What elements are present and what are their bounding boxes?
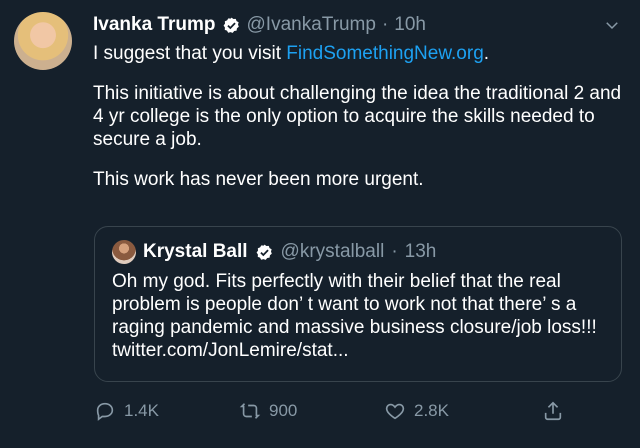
- share-button[interactable]: [542, 400, 572, 422]
- quoted-avatar[interactable]: [112, 240, 136, 264]
- quoted-separator-dot: ·: [391, 241, 398, 262]
- paragraph-text: I suggest that you visit: [93, 43, 287, 64]
- separator-dot: ·: [381, 14, 389, 35]
- retweet-count: 900: [269, 401, 298, 420]
- verified-badge-icon: [223, 17, 239, 33]
- author-avatar[interactable]: [14, 12, 72, 70]
- author-handle[interactable]: @IvankaTrump: [247, 14, 376, 36]
- chevron-down-icon[interactable]: [602, 15, 622, 35]
- tweet-time[interactable]: 10h: [394, 14, 426, 36]
- tweet-actions: 1.4K 900 2.8K: [94, 399, 626, 423]
- quoted-author-handle[interactable]: @krystalball: [281, 241, 385, 263]
- verified-badge-icon: [256, 244, 272, 260]
- quoted-time[interactable]: 13h: [405, 241, 437, 263]
- heart-icon: [385, 403, 405, 420]
- tweet-paragraph-2: This initiative is about challenging the…: [93, 83, 622, 150]
- share-icon: [544, 401, 562, 421]
- retweet-icon: [239, 403, 261, 419]
- website-link[interactable]: FindSomethingNew.org: [286, 43, 484, 64]
- tweet-paragraph-3: This work has never been more urgent.: [93, 169, 424, 190]
- reply-icon: [96, 402, 114, 421]
- quoted-tweet[interactable]: Krystal Ball @krystalball · 13h Oh my go…: [94, 226, 622, 382]
- like-count: 2.8K: [414, 401, 449, 420]
- reply-count: 1.4K: [124, 401, 159, 420]
- author-name[interactable]: Ivanka Trump: [93, 14, 216, 36]
- quoted-text: Oh my god. Fits perfectly with their bel…: [112, 271, 597, 361]
- tweet-body: I suggest that you visit FindSomethingNe…: [93, 42, 626, 191]
- paragraph-end: .: [483, 43, 490, 64]
- tweet-paragraph-1: I suggest that you visit FindSomethingNe…: [93, 42, 626, 65]
- like-button[interactable]: 2.8K: [384, 400, 542, 422]
- retweet-button[interactable]: 900: [239, 400, 384, 422]
- quoted-header: Krystal Ball @krystalball · 13h: [112, 238, 611, 266]
- quoted-author-name[interactable]: Krystal Ball: [143, 241, 248, 263]
- reply-button[interactable]: 1.4K: [94, 400, 239, 422]
- tweet-header: Ivanka Trump @IvankaTrump · 10h: [93, 11, 622, 39]
